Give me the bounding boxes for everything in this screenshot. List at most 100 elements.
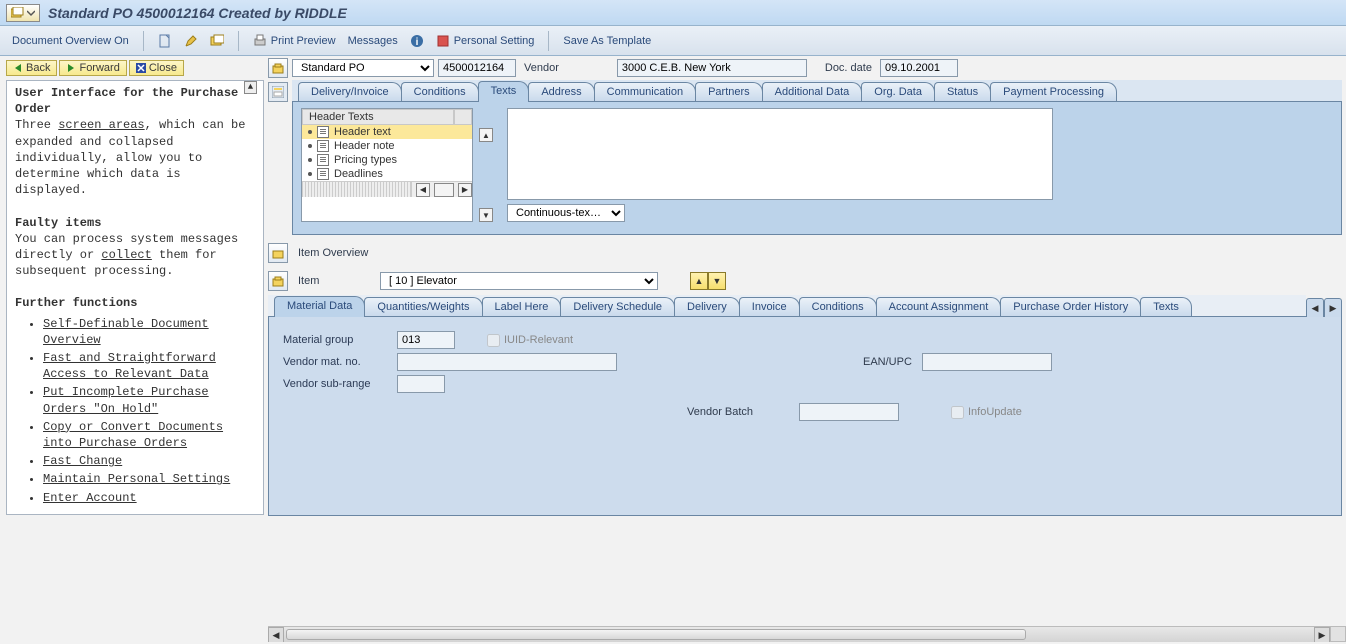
tab-invoice[interactable]: Invoice [739,297,800,316]
personal-setting-label: Personal Setting [454,35,535,47]
vendor-batch-label: Vendor Batch [683,406,793,418]
svg-text:i: i [415,37,418,48]
tab-purchase-order-history[interactable]: Purchase Order History [1000,297,1141,316]
help-link-screen-areas[interactable]: screen areas [58,118,144,132]
doc-date-field[interactable] [880,59,958,77]
help-link-item[interactable]: Maintain Personal Settings [43,471,255,487]
scroll-up-button[interactable]: ▲ [244,81,257,94]
personal-setting-button[interactable]: Personal Setting [432,32,539,50]
vendor-subrange-field[interactable] [397,375,445,393]
messages-button[interactable]: Messages [344,33,402,49]
info-icon[interactable]: i [406,32,428,50]
header-tabs-wrap: Delivery/InvoiceConditionsTextsAddressCo… [268,80,1342,235]
tree-scroll-thumb[interactable] [434,183,454,197]
tree-resize-handle[interactable] [302,182,412,197]
tab-address[interactable]: Address [528,82,594,101]
tab-conditions[interactable]: Conditions [401,82,479,101]
scroll-left-icon[interactable]: ◀ [268,627,284,642]
item-overview-label: Item Overview [294,247,372,259]
help-link-item[interactable]: Enter Account [43,490,255,506]
change-icon[interactable] [180,32,202,50]
doc-type-select[interactable]: Standard PO [292,59,434,77]
text-scroll-up-icon[interactable]: ▲ [479,128,493,142]
tab-account-assignment[interactable]: Account Assignment [876,297,1002,316]
tab-delivery[interactable]: Delivery [674,297,740,316]
header-text-item[interactable]: Deadlines [302,167,472,181]
collapse-item-detail-icon[interactable] [268,271,288,291]
tree-scroll-right-icon[interactable]: ▶ [458,183,472,197]
header-texts-panel: Header Texts Header textHeader notePrici… [292,102,1342,235]
tab-quantities-weights[interactable]: Quantities/Weights [364,297,482,316]
forward-label: Forward [79,62,119,74]
vendor-batch-field[interactable] [799,403,899,421]
tab-texts[interactable]: Texts [1140,297,1192,316]
item-next-icon[interactable]: ▼ [708,272,726,290]
arrow-right-icon [66,63,76,73]
tab-scroll-right-icon[interactable]: ▶ [1324,298,1342,317]
tree-scroll-left-icon[interactable]: ◀ [416,183,430,197]
document-icon [317,140,329,152]
tab-additional-data[interactable]: Additional Data [762,82,863,101]
help-link-list: Self-Definable Document OverviewFast and… [43,316,255,506]
header-text-item[interactable]: Pricing types [302,153,472,167]
save-as-template-button[interactable]: Save As Template [559,33,655,49]
help-link-item[interactable]: Put Incomplete Purchase Orders "On Hold" [43,384,255,416]
tab-material-data[interactable]: Material Data [274,296,365,317]
help-link-item[interactable]: Self-Definable Document Overview [43,316,255,348]
header-text-item[interactable]: Header note [302,139,472,153]
print-preview-button[interactable]: Print Preview [249,32,340,50]
other-po-icon[interactable] [206,32,228,50]
scroll-right-icon[interactable]: ▶ [1314,627,1330,642]
header-text-item[interactable]: Header text [302,125,472,139]
ean-field[interactable] [922,353,1052,371]
text-scroll-down-icon[interactable]: ▼ [479,208,493,222]
menu-icon [11,7,25,19]
close-button[interactable]: Close [129,60,184,76]
expand-header-tabs-icon[interactable] [268,82,288,102]
material-group-field[interactable] [397,331,455,349]
help-link-collect[interactable]: collect [101,248,151,262]
tab-status[interactable]: Status [934,82,991,101]
menu-dropdown[interactable] [6,4,40,22]
continuous-text-select[interactable]: Continuous-tex… [507,204,625,222]
forward-button[interactable]: Forward [59,60,126,76]
item-label: Item [294,275,374,287]
header-texts-tree[interactable]: Header Texts Header textHeader notePrici… [301,108,473,222]
back-button[interactable]: Back [6,60,57,76]
help-body[interactable]: ▲ User Interface for the Purchase Order … [7,81,263,514]
help-link-item[interactable]: Fast Change [43,453,255,469]
tab-conditions[interactable]: Conditions [799,297,877,316]
scroll-thumb[interactable] [286,629,1026,640]
tree-footer: ◀ ▶ [302,181,472,197]
material-group-label: Material group [283,334,391,346]
expand-item-overview-icon[interactable] [268,243,288,263]
item-prev-icon[interactable]: ▲ [690,272,708,290]
tab-delivery-invoice[interactable]: Delivery/Invoice [298,82,402,101]
document-overview-button[interactable]: Document Overview On [8,33,133,49]
tab-communication[interactable]: Communication [594,82,696,101]
tab-scroll-left-icon[interactable]: ◀ [1306,298,1324,317]
tab-label-here[interactable]: Label Here [482,297,562,316]
collapse-header-icon[interactable] [268,58,288,78]
close-label: Close [149,62,177,74]
doc-number-field[interactable] [438,59,516,77]
item-select[interactable]: [ 10 ] Elevator [380,272,658,290]
tab-partners[interactable]: Partners [695,82,763,101]
vendor-field[interactable] [617,59,807,77]
vendor-matno-field[interactable] [397,353,617,371]
help-link-item[interactable]: Fast and Straightforward Access to Relev… [43,350,255,382]
long-text-editor[interactable] [507,108,1053,200]
tab-texts[interactable]: Texts [478,81,530,102]
horizontal-scrollbar[interactable]: ◀ ▶ [268,626,1330,642]
tab-org-data[interactable]: Org. Data [861,82,935,101]
tab-payment-processing[interactable]: Payment Processing [990,82,1117,101]
help-link-item[interactable]: Copy or Convert Documents into Purchase … [43,419,255,451]
page-title: Standard PO 4500012164 Created by RIDDLE [48,5,347,21]
application-toolbar: Document Overview On Print Preview Messa… [0,26,1346,56]
iuid-relevant-checkbox[interactable]: IUID-Relevant [487,334,573,347]
save-as-template-label: Save As Template [563,35,651,47]
tab-delivery-schedule[interactable]: Delivery Schedule [560,297,675,316]
infoupdate-checkbox[interactable]: InfoUpdate [951,406,1022,419]
create-icon[interactable] [154,32,176,50]
resize-handle[interactable] [1330,626,1346,642]
